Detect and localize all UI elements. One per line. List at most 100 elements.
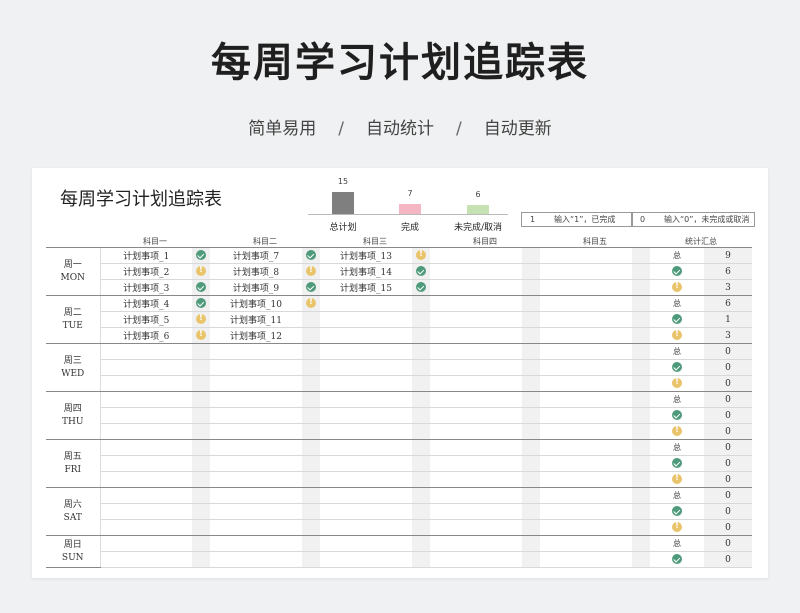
status-cell[interactable]	[412, 423, 430, 440]
status-cell[interactable]	[412, 391, 430, 408]
task-cell[interactable]	[540, 279, 632, 296]
task-cell[interactable]	[100, 407, 192, 424]
task-cell[interactable]	[540, 487, 632, 504]
task-cell[interactable]	[540, 423, 632, 440]
task-cell[interactable]	[540, 295, 632, 312]
task-cell[interactable]: 计划事项_10	[210, 295, 302, 312]
status-cell[interactable]	[412, 343, 430, 360]
task-cell[interactable]	[430, 535, 522, 552]
status-cell[interactable]	[412, 487, 430, 504]
task-cell[interactable]	[540, 471, 632, 488]
task-cell[interactable]	[210, 343, 302, 360]
status-cell[interactable]	[632, 519, 650, 536]
status-cell[interactable]	[192, 391, 210, 408]
status-cell[interactable]	[302, 359, 320, 376]
status-cell[interactable]	[632, 311, 650, 328]
task-cell[interactable]	[430, 343, 522, 360]
status-cell[interactable]	[522, 247, 540, 264]
task-cell[interactable]	[320, 487, 412, 504]
task-cell[interactable]: 计划事项_9	[210, 279, 302, 296]
task-cell[interactable]	[210, 471, 302, 488]
task-cell[interactable]	[430, 263, 522, 280]
status-cell[interactable]	[302, 247, 320, 264]
task-cell[interactable]	[320, 343, 412, 360]
status-cell[interactable]	[412, 407, 430, 424]
task-cell[interactable]	[430, 391, 522, 408]
task-cell[interactable]	[100, 343, 192, 360]
status-cell[interactable]	[302, 311, 320, 328]
task-cell[interactable]: 计划事项_3	[100, 279, 192, 296]
task-cell[interactable]	[430, 503, 522, 520]
status-cell[interactable]	[522, 343, 540, 360]
task-cell[interactable]	[210, 503, 302, 520]
task-cell[interactable]	[540, 503, 632, 520]
status-cell[interactable]	[192, 487, 210, 504]
task-cell[interactable]	[430, 455, 522, 472]
status-cell[interactable]	[412, 503, 430, 520]
task-cell[interactable]	[100, 455, 192, 472]
task-cell[interactable]	[320, 535, 412, 552]
task-cell[interactable]	[540, 551, 632, 568]
status-cell[interactable]	[192, 327, 210, 344]
task-cell[interactable]	[100, 359, 192, 376]
status-cell[interactable]	[302, 423, 320, 440]
task-cell[interactable]	[430, 359, 522, 376]
status-cell[interactable]	[522, 311, 540, 328]
status-cell[interactable]	[632, 455, 650, 472]
task-cell[interactable]	[430, 295, 522, 312]
status-cell[interactable]	[192, 263, 210, 280]
status-cell[interactable]	[522, 503, 540, 520]
task-cell[interactable]	[430, 327, 522, 344]
task-cell[interactable]	[210, 423, 302, 440]
task-cell[interactable]: 计划事项_12	[210, 327, 302, 344]
task-cell[interactable]: 计划事项_2	[100, 263, 192, 280]
status-cell[interactable]	[522, 535, 540, 552]
status-cell[interactable]	[192, 439, 210, 456]
status-cell[interactable]	[192, 295, 210, 312]
task-cell[interactable]	[540, 375, 632, 392]
status-cell[interactable]	[632, 343, 650, 360]
status-cell[interactable]	[412, 471, 430, 488]
status-cell[interactable]	[412, 295, 430, 312]
status-cell[interactable]	[302, 407, 320, 424]
task-cell[interactable]	[540, 263, 632, 280]
status-cell[interactable]	[412, 375, 430, 392]
task-cell[interactable]	[100, 535, 192, 552]
status-cell[interactable]	[522, 551, 540, 568]
task-cell[interactable]	[540, 327, 632, 344]
task-cell[interactable]	[210, 487, 302, 504]
task-cell[interactable]	[540, 535, 632, 552]
status-cell[interactable]	[632, 391, 650, 408]
task-cell[interactable]	[430, 279, 522, 296]
status-cell[interactable]	[302, 279, 320, 296]
task-cell[interactable]: 计划事项_13	[320, 247, 412, 264]
task-cell[interactable]	[210, 359, 302, 376]
status-cell[interactable]	[302, 327, 320, 344]
task-cell[interactable]	[540, 343, 632, 360]
status-cell[interactable]	[632, 503, 650, 520]
status-cell[interactable]	[412, 519, 430, 536]
task-cell[interactable]	[430, 519, 522, 536]
task-cell[interactable]: 计划事项_7	[210, 247, 302, 264]
status-cell[interactable]	[302, 551, 320, 568]
status-cell[interactable]	[522, 407, 540, 424]
status-cell[interactable]	[192, 423, 210, 440]
status-cell[interactable]	[412, 311, 430, 328]
task-cell[interactable]: 计划事项_6	[100, 327, 192, 344]
task-cell[interactable]	[320, 327, 412, 344]
status-cell[interactable]	[522, 423, 540, 440]
task-cell[interactable]	[430, 375, 522, 392]
task-cell[interactable]	[100, 471, 192, 488]
task-cell[interactable]: 计划事项_15	[320, 279, 412, 296]
task-cell[interactable]	[540, 455, 632, 472]
status-cell[interactable]	[302, 295, 320, 312]
status-cell[interactable]	[412, 535, 430, 552]
task-cell[interactable]	[430, 439, 522, 456]
task-cell[interactable]: 计划事项_8	[210, 263, 302, 280]
status-cell[interactable]	[632, 551, 650, 568]
status-cell[interactable]	[412, 439, 430, 456]
task-cell[interactable]	[210, 439, 302, 456]
status-cell[interactable]	[632, 535, 650, 552]
task-cell[interactable]	[210, 535, 302, 552]
status-cell[interactable]	[302, 503, 320, 520]
